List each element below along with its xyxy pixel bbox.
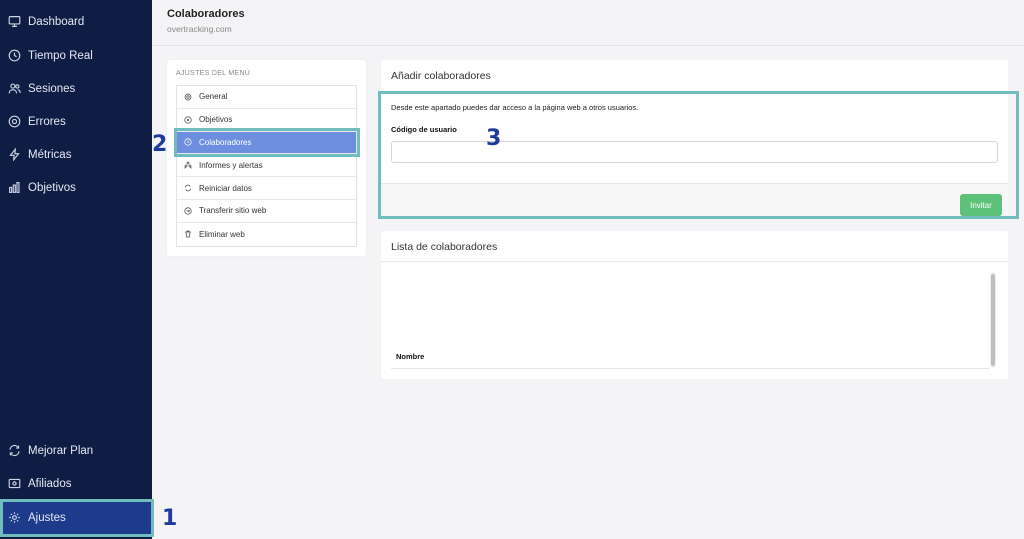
annotation-number-3: 3 xyxy=(486,126,502,151)
menu-item-label: Reiniciar datos xyxy=(199,183,252,193)
settings-menu-heading: AJUSTES DEL MENÚ xyxy=(176,70,251,77)
sidebar-item-label: Afiliados xyxy=(28,477,72,490)
menu-item-label: Colaboradores xyxy=(199,137,252,147)
add-collaborators-body: Desde este apartado puedes dar acceso a … xyxy=(381,93,1008,183)
settings-menu-list: General Objetivos Colaboradores Informes… xyxy=(176,85,357,247)
add-collaborators-title: Añadir colaboradores xyxy=(391,70,491,82)
sidebar-item-label: Mejorar Plan xyxy=(28,444,94,457)
menu-item-informes[interactable]: Informes y alertas xyxy=(177,154,356,178)
user-code-label: Código de usuario xyxy=(391,125,457,134)
sidebar-item-tiempo-real[interactable]: Tiempo Real xyxy=(0,39,152,72)
menu-item-objetivos[interactable]: Objetivos xyxy=(177,109,356,132)
sidebar-item-label: Ajustes xyxy=(28,511,66,524)
header-divider xyxy=(152,45,1024,46)
trash-icon xyxy=(183,230,192,239)
scrollbar-thumb[interactable] xyxy=(991,274,995,366)
list-scrollbar[interactable] xyxy=(990,272,996,368)
list-divider xyxy=(381,261,1008,262)
sidebar-item-metricas[interactable]: Métricas xyxy=(0,138,152,171)
zap-icon xyxy=(7,148,21,162)
menu-item-colaboradores[interactable]: Colaboradores xyxy=(177,131,356,155)
menu-item-label: Transferir sitio web xyxy=(199,206,267,216)
sidebar-item-label: Objetivos xyxy=(28,181,76,194)
refresh-icon xyxy=(183,184,192,193)
annotation-number-2: 2 xyxy=(152,132,168,157)
target-icon xyxy=(183,115,192,124)
sidebar-item-sesiones[interactable]: Sesiones xyxy=(0,72,152,105)
sidebar-item-label: Errores xyxy=(28,115,66,128)
menu-item-reiniciar[interactable]: Reiniciar datos xyxy=(177,177,356,200)
column-header-nombre: Nombre xyxy=(396,352,425,361)
collaborators-list-title: Lista de colaboradores xyxy=(391,241,498,253)
user-code-input[interactable] xyxy=(391,141,998,163)
credit-card-icon xyxy=(7,477,21,491)
add-collaborators-footer: Invitar xyxy=(381,183,1008,218)
refresh-icon xyxy=(7,444,21,458)
clock-icon xyxy=(7,49,21,63)
sidebar-item-errores[interactable]: Errores xyxy=(0,105,152,138)
menu-item-label: Objetivos xyxy=(199,115,233,125)
menu-item-label: Eliminar web xyxy=(199,229,245,239)
settings-menu-card: AJUSTES DEL MENÚ General Objetivos Colab… xyxy=(167,60,366,256)
page-subtitle: overtracking.com xyxy=(167,24,232,34)
collaborators-list-card: Lista de colaboradores Nombre xyxy=(381,231,1008,379)
menu-item-label: Informes y alertas xyxy=(199,160,263,170)
arrow-circle-icon xyxy=(183,206,192,215)
alert-circle-icon xyxy=(7,115,21,129)
sidebar: Dashboard Tiempo Real Sesiones Errores M… xyxy=(0,0,152,539)
menu-item-eliminar[interactable]: Eliminar web xyxy=(177,223,356,246)
table-header-divider xyxy=(391,368,989,369)
users-icon xyxy=(7,82,21,96)
bar-chart-icon xyxy=(7,181,21,195)
sidebar-item-afiliados[interactable]: Afiliados xyxy=(0,467,152,500)
annotation-number-1: 1 xyxy=(162,506,178,531)
gear-icon xyxy=(7,511,21,525)
sidebar-item-label: Tiempo Real xyxy=(28,49,93,62)
menu-item-transferir[interactable]: Transferir sitio web xyxy=(177,200,356,223)
people-icon xyxy=(183,161,192,170)
page-title: Colaboradores xyxy=(167,8,245,20)
sidebar-item-mejorar-plan[interactable]: Mejorar Plan xyxy=(0,434,152,467)
sidebar-item-objetivos[interactable]: Objetivos xyxy=(0,171,152,204)
add-collaborators-description: Desde este apartado puedes dar acceso a … xyxy=(391,103,639,112)
add-collaborators-card: Añadir colaboradores Desde este apartado… xyxy=(381,60,1008,218)
menu-item-label: General xyxy=(199,92,228,102)
invite-button[interactable]: Invitar xyxy=(960,194,1002,216)
monitor-icon xyxy=(7,15,21,29)
gear-icon xyxy=(183,92,192,101)
sidebar-item-label: Dashboard xyxy=(28,15,85,28)
menu-item-general[interactable]: General xyxy=(177,86,356,109)
clock-icon xyxy=(183,138,192,147)
sidebar-item-label: Métricas xyxy=(28,148,72,161)
sidebar-item-dashboard[interactable]: Dashboard xyxy=(0,5,152,38)
sidebar-item-ajustes[interactable]: Ajustes xyxy=(0,501,152,534)
sidebar-item-label: Sesiones xyxy=(28,82,76,95)
